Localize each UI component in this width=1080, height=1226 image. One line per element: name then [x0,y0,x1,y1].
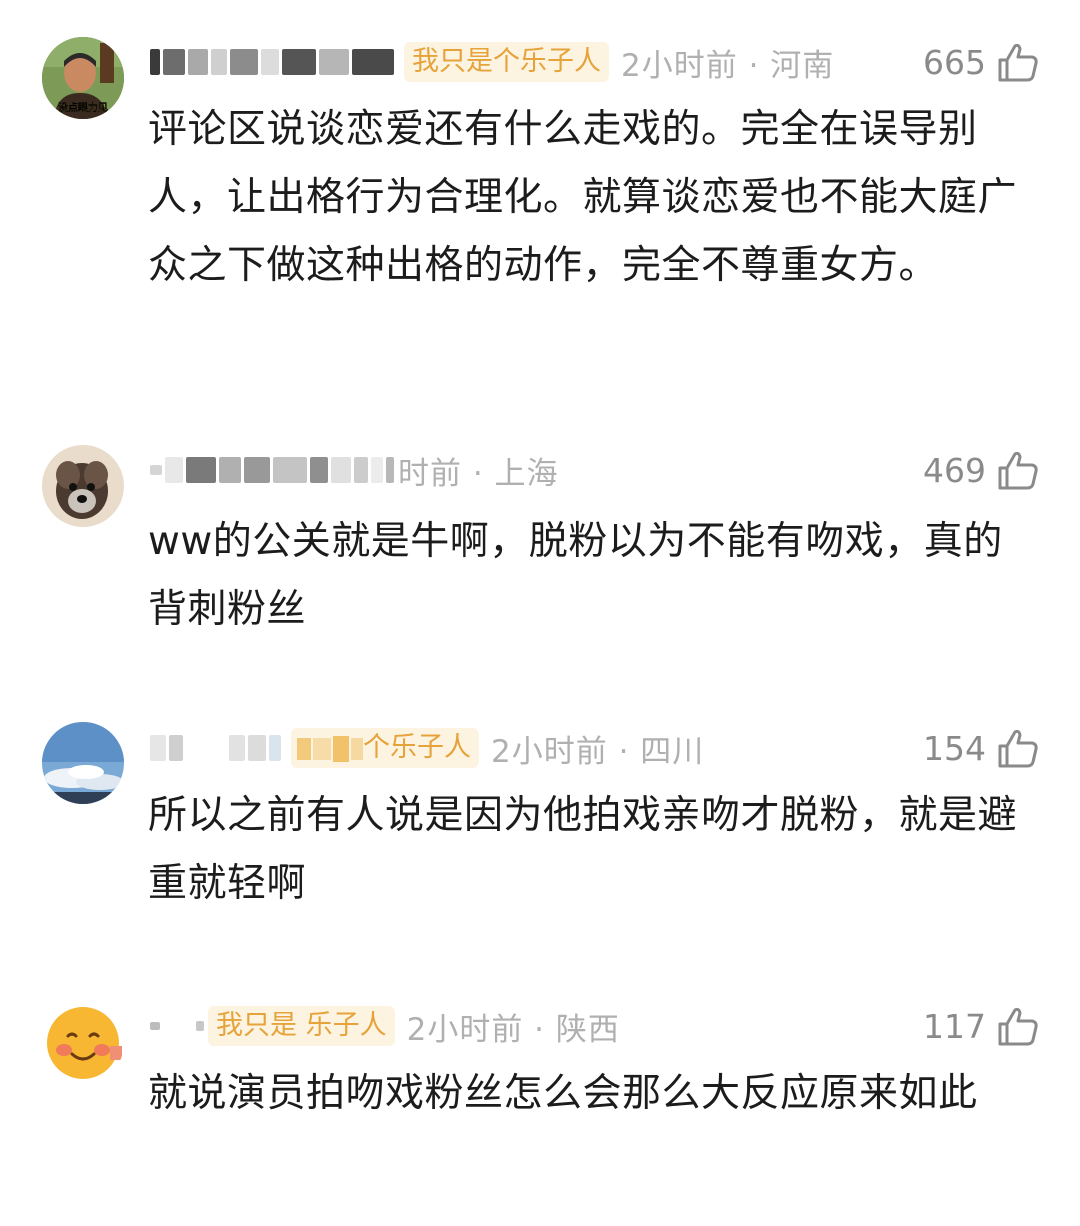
fan-badge: 我只是 乐子人 [208,1006,395,1046]
comment-meta: 我只是 乐子人 2小时前 · 陕西 [150,1000,620,1052]
avatar-image [42,445,124,527]
time-location: 2小时前 · 陕西 [406,1011,620,1048]
avatar-image [42,722,124,804]
thumbs-up-icon [998,729,1038,768]
like-button[interactable]: 665 [923,36,1040,88]
thumbs-up-icon [998,451,1038,490]
time-location: 2小时前 · 河南 [621,47,835,84]
avatar[interactable]: 没点眼力见 [42,37,124,119]
like-button[interactable]: 154 [923,722,1040,774]
comment-text: 评论区说谈恋爱还有什么走戏的。完全在误导别人，让出格行为合理化。就算谈恋爱也不能… [148,107,1018,288]
comment-text: 就说演员拍吻戏粉丝怎么会那么大反应原来如此 [148,1071,978,1116]
time-location: 时前 · 上海 [398,455,559,492]
fan-badge: 个乐子人 [291,728,479,768]
comment-text: 所以之前有人说是因为他拍戏亲吻才脱粉，就是避重就轻啊 [148,793,1018,906]
fan-badge-label: 个乐子人 [363,732,471,763]
like-button[interactable]: 469 [923,444,1040,496]
avatar[interactable] [42,1002,124,1084]
thumbs-up-icon [998,43,1038,82]
username-pixelated[interactable] [150,728,281,768]
avatar[interactable] [42,722,124,804]
comment-item: 没点眼力见 我只是个乐子人 2小时前 · 河南 665 评论区说谈恋爱还有什么走… [0,0,1080,380]
username-pixelated[interactable] [150,450,394,490]
comment-meta: 时前 · 上海 [150,444,559,496]
comment-text: ww的公关就是牛啊，脱粉以为不能有吻戏，真的背刺粉丝 [148,519,1003,632]
comment-meta: 个乐子人 2小时前 · 四川 [150,722,704,774]
thumbs-up-icon [998,1007,1038,1046]
time-location: 2小时前 · 四川 [491,733,705,770]
username-pixelated[interactable] [150,42,394,82]
username-pixelated[interactable] [150,1006,204,1046]
like-count: 469 [923,450,986,490]
comment-item: 我只是 乐子人 2小时前 · 陕西 117 就说演员拍吻戏粉丝怎么会那么大反应原… [0,980,1080,1226]
avatar[interactable] [42,445,124,527]
like-count: 117 [923,1006,986,1046]
comment-item: 个乐子人 2小时前 · 四川 154 所以之前有人说是因为他拍戏亲吻才脱粉，就是… [0,700,1080,940]
comment-item: 时前 · 上海 469 ww的公关就是牛啊，脱粉以为不能有吻戏，真的背刺粉丝 [0,420,1080,660]
like-button[interactable]: 117 [923,1000,1040,1052]
like-count: 154 [923,728,986,768]
like-count: 665 [923,42,986,82]
avatar-image [42,1002,124,1084]
comment-meta: 我只是个乐子人 2小时前 · 河南 [150,36,834,88]
fan-badge: 我只是个乐子人 [404,42,609,82]
avatar-caption: 没点眼力见 [58,103,108,114]
